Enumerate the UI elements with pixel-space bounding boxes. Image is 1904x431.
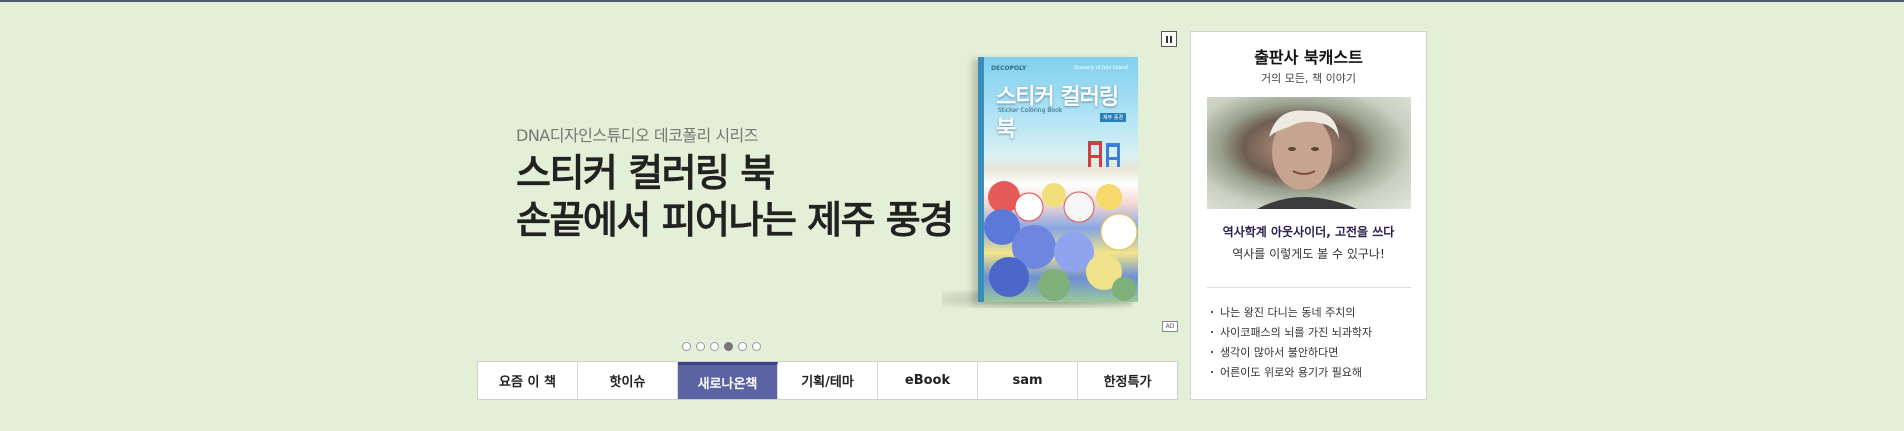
- banner-headline[interactable]: 스티커 컬러링 북 손끝에서 피어나는 제주 풍경: [516, 150, 954, 244]
- carousel-dots: [682, 342, 761, 351]
- feature-subtitle[interactable]: 역사를 이렇게도 볼 수 있구나!: [1191, 245, 1426, 262]
- tab-new-books[interactable]: 새로나온책: [678, 362, 778, 399]
- tab-ebook[interactable]: eBook: [878, 362, 978, 399]
- list-item-label: 사이코패스의 뇌를 가진 뇌과학자: [1220, 326, 1373, 339]
- carousel-dot-1[interactable]: [682, 342, 691, 351]
- pause-bar: [1166, 35, 1168, 43]
- pause-icon[interactable]: [1161, 31, 1177, 47]
- list-item[interactable]: 어른이도 위로와 용기가 필요해: [1211, 363, 1372, 383]
- bookcast-list: 나는 왕진 다니는 동네 주치의 사이코패스의 뇌를 가진 뇌과학자 생각이 많…: [1211, 303, 1372, 383]
- flowers-illustration: [984, 181, 1138, 301]
- bullet-icon: [1211, 350, 1213, 353]
- banner-headline-line2: 손끝에서 피어나는 제주 풍경: [516, 198, 954, 242]
- ad-badge: AD: [1162, 321, 1178, 332]
- tab-popular[interactable]: 요즘 이 책: [478, 362, 578, 399]
- tab-themes[interactable]: 기획/테마: [778, 362, 878, 399]
- carousel-dot-2[interactable]: [696, 342, 705, 351]
- feature-title[interactable]: 역사학계 아웃사이더, 고전을 쓰다: [1191, 223, 1426, 240]
- tab-limited-deal[interactable]: 한정특가: [1078, 362, 1177, 399]
- carousel-dot-5[interactable]: [738, 342, 747, 351]
- bullet-icon: [1211, 310, 1213, 313]
- bullet-icon: [1211, 370, 1213, 373]
- banner-series-label[interactable]: DNA디자인스튜디오 데코폴리 시리즈: [516, 122, 759, 146]
- author-photo[interactable]: [1207, 97, 1411, 209]
- carousel-dot-6[interactable]: [752, 342, 761, 351]
- book-tag: 제주 풍경: [1100, 113, 1126, 122]
- card-divider: [1207, 287, 1411, 288]
- book-en-title: Scenery of Jeju Island: [1074, 65, 1128, 71]
- book-subtitle: Sticker Coloring Book: [998, 107, 1063, 114]
- list-item[interactable]: 사이코패스의 뇌를 가진 뇌과학자: [1211, 323, 1372, 343]
- list-item[interactable]: 생각이 많아서 불안하다면: [1211, 343, 1372, 363]
- carousel-dot-4[interactable]: [724, 342, 733, 351]
- list-item-label: 생각이 많아서 불안하다면: [1220, 346, 1339, 359]
- list-item-label: 어른이도 위로와 용기가 필요해: [1220, 366, 1363, 379]
- tab-hot-issue[interactable]: 핫이슈: [578, 362, 678, 399]
- category-tabs: 요즘 이 책 핫이슈 새로나온책 기획/테마 eBook sam 한정특가: [477, 361, 1178, 400]
- tab-sam[interactable]: sam: [978, 362, 1078, 399]
- book-brand: DECOPOLY: [991, 65, 1027, 72]
- publisher-bookcast-card: 출판사 북캐스트 거의 모든, 책 이야기 역사학계 아웃사이더, 고전을 쓰다…: [1190, 31, 1427, 400]
- list-item-label: 나는 왕진 다니는 동네 주치의: [1220, 306, 1356, 319]
- bullet-icon: [1211, 330, 1213, 333]
- banner-headline-line1: 스티커 컬러링 북: [516, 151, 775, 195]
- list-item[interactable]: 나는 왕진 다니는 동네 주치의: [1211, 303, 1372, 323]
- author-portrait: [1257, 110, 1357, 209]
- card-title[interactable]: 출판사 북캐스트: [1191, 44, 1426, 68]
- carousel-dot-3[interactable]: [710, 342, 719, 351]
- top-divider: [0, 0, 1904, 2]
- card-subtitle: 거의 모든, 책 이야기: [1261, 72, 1356, 85]
- book-cover-image[interactable]: DECOPOLY Scenery of Jeju Island 스티커 컬러링 …: [978, 57, 1138, 302]
- pause-bar: [1170, 35, 1172, 43]
- chairs-illustration: [1088, 141, 1120, 167]
